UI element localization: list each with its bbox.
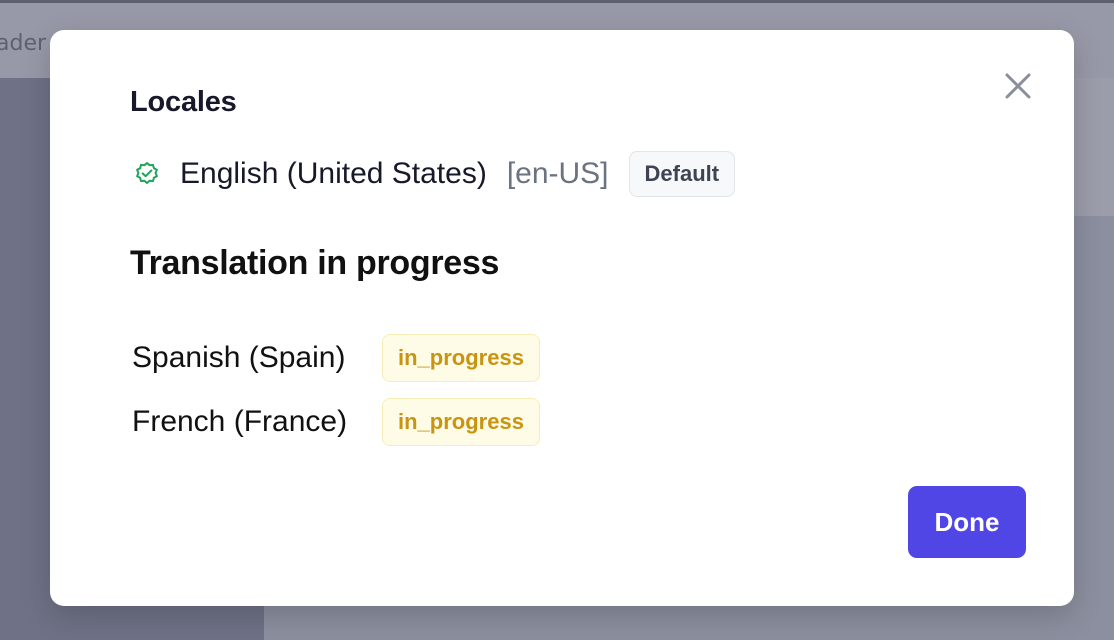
- locales-modal: Locales English (United States) [en-US] …: [50, 30, 1074, 606]
- background-topbar-text: ader: [0, 31, 47, 56]
- default-locale-code: [en-US]: [506, 157, 609, 190]
- close-icon: [1005, 73, 1031, 99]
- default-badge: Default: [628, 151, 736, 197]
- section-title: Translation in progress: [130, 244, 500, 282]
- default-locale-row: English (United States) [en-US] Default: [134, 150, 736, 198]
- locale-name: French (France): [132, 405, 348, 438]
- status-badge: in_progress: [382, 334, 540, 382]
- list-item: French (France) in_progress: [132, 398, 540, 446]
- locale-name: Spanish (Spain): [132, 341, 346, 374]
- status-badge: in_progress: [382, 398, 540, 446]
- close-button[interactable]: [1000, 68, 1036, 104]
- done-button[interactable]: Done: [908, 486, 1026, 558]
- check-circle-icon: [134, 161, 160, 187]
- modal-title: Locales: [130, 86, 237, 118]
- list-item: Spanish (Spain) in_progress: [132, 334, 540, 382]
- in-progress-list: Spanish (Spain) in_progress French (Fran…: [132, 334, 540, 462]
- default-locale-name: English (United States): [180, 157, 487, 190]
